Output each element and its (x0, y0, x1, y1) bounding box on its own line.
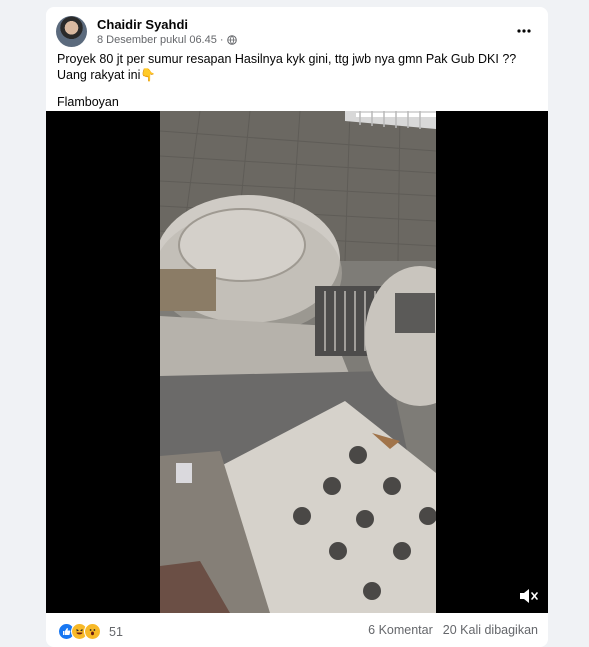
post-message: Proyek 80 jt per sumur resapan Hasilnya … (57, 52, 517, 82)
post-meta: 8 Desember pukul 06.45 · (97, 34, 237, 46)
wow-icon (84, 623, 101, 640)
globe-icon (226, 35, 237, 45)
author-avatar[interactable] (56, 16, 87, 47)
video-player[interactable] (46, 111, 548, 613)
meta-separator: · (219, 34, 224, 46)
video-frame (160, 111, 436, 613)
shares-count-link[interactable]: 20 Kali dibagikan (443, 623, 538, 637)
post-card: Chaidir Syahdi 8 Desember pukul 06.45 · … (46, 7, 548, 647)
comments-count-link[interactable]: 6 Komentar (368, 623, 433, 637)
reaction-summary[interactable]: 51 (58, 623, 123, 640)
volume-muted-icon (520, 589, 538, 603)
engagement-stats: 6 Komentar 20 Kali dibagikan (368, 623, 538, 637)
post-footer: 51 6 Komentar 20 Kali dibagikan (58, 621, 538, 641)
author-name[interactable]: Chaidir Syahdi (97, 17, 188, 32)
reaction-count: 51 (109, 624, 123, 639)
mute-button[interactable] (518, 587, 538, 605)
post-location[interactable]: Flamboyan (57, 94, 541, 110)
post-timestamp[interactable]: 8 Desember pukul 06.45 (97, 34, 217, 46)
more-horizontal-icon (517, 29, 531, 33)
post-options-button[interactable] (510, 20, 538, 42)
post-header: Chaidir Syahdi 8 Desember pukul 06.45 · (56, 16, 538, 48)
